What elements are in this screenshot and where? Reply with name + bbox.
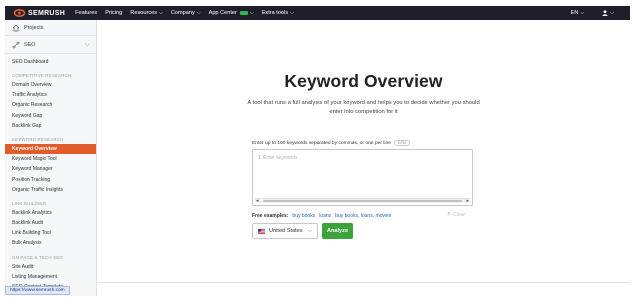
sidebar-item-domain-overview[interactable]: Domain Overview bbox=[5, 80, 96, 90]
topbar-right: EN ⌵ ⌵ bbox=[571, 6, 622, 20]
language-label: EN bbox=[570, 10, 579, 16]
sidebar-item-keyword-overview[interactable]: Keyword Overview bbox=[5, 143, 96, 155]
sidebar-section-title: COMPETITIVE RESEARCH bbox=[12, 73, 72, 78]
chevron-down-icon: ⌵ bbox=[580, 9, 585, 16]
semrush-logo[interactable]: SEMRUSH bbox=[13, 9, 65, 17]
status-url-tooltip: https://www.semrush.com bbox=[5, 286, 70, 295]
nav-extra-tools-label: Extra tools bbox=[261, 10, 289, 16]
nav-resources-label: Resources bbox=[130, 10, 158, 16]
page-description: A tool that runs a full analysis of your… bbox=[247, 100, 480, 115]
nav-pricing[interactable]: Pricing bbox=[105, 10, 122, 16]
nav-features[interactable]: Features bbox=[75, 10, 97, 16]
chevron-down-icon: ⌵ bbox=[249, 9, 254, 16]
nav-app-center[interactable]: App Center ⌵ bbox=[209, 10, 254, 16]
keywords-textarea[interactable]: 1 Enter keywords ◂ ▸ bbox=[252, 149, 473, 206]
example-link-loans[interactable]: loans bbox=[319, 213, 331, 219]
sidebar-item-keyword-manager[interactable]: Keyword Manager bbox=[5, 164, 96, 174]
nav-company[interactable]: Company ⌵ bbox=[171, 10, 201, 16]
page-title: Keyword Overview bbox=[284, 71, 443, 91]
sidebar-item-label: Projects bbox=[24, 24, 44, 31]
horizontal-scrollbar[interactable]: ◂ ▸ bbox=[255, 198, 470, 204]
chevron-down-icon: ⌵ bbox=[290, 9, 294, 16]
sidebar-item-organic-traffic-insights[interactable]: Organic Traffic Insights bbox=[5, 185, 96, 195]
free-examples-label: Free examples: bbox=[252, 213, 289, 219]
sidebar-item-organic-research[interactable]: Organic Research bbox=[5, 100, 96, 110]
nav-extra-tools[interactable]: Extra tools ⌵ bbox=[262, 10, 294, 16]
line-number: 1 bbox=[258, 155, 261, 161]
keywords-placeholder: Enter keywords bbox=[263, 155, 298, 161]
sidebar-item-backlink-gap[interactable]: Backlink Gap bbox=[5, 121, 96, 131]
user-icon bbox=[602, 10, 608, 16]
sidebar-item-label: SEO Dashboard bbox=[12, 58, 49, 65]
new-badge bbox=[239, 11, 248, 15]
nav-company-label: Company bbox=[170, 10, 195, 16]
close-icon: × bbox=[447, 211, 452, 218]
seo-nodes-icon bbox=[12, 41, 20, 49]
sidebar-item-backlink-analytics[interactable]: Backlink Analytics bbox=[5, 208, 96, 218]
clear-button[interactable]: × Clear bbox=[447, 211, 466, 218]
database-select[interactable]: United States ⌵ bbox=[252, 223, 318, 239]
sidebar-item-label: SEO bbox=[24, 41, 36, 48]
semrush-flame-icon bbox=[13, 9, 25, 17]
sidebar-item-seo-dashboard[interactable]: SEO Dashboard bbox=[5, 56, 96, 67]
sidebar-item-keyword-magic-tool[interactable]: Keyword Magic Tool bbox=[5, 154, 96, 164]
brand-name: SEMRUSH bbox=[28, 9, 66, 17]
chevron-down-icon: ⌵ bbox=[159, 9, 163, 16]
nav-resources[interactable]: Resources ⌵ bbox=[130, 10, 163, 16]
chevron-down-icon: ⌵ bbox=[610, 9, 614, 16]
nav-features-label: Features bbox=[75, 10, 98, 16]
language-selector[interactable]: EN ⌵ bbox=[571, 10, 585, 16]
scroll-left-icon[interactable]: ◂ bbox=[256, 198, 259, 204]
sidebar-item-backlink-audit[interactable]: Backlink Audit bbox=[5, 218, 96, 228]
keywords-input-label-text: Enter up to 100 keywords separated by co… bbox=[252, 140, 391, 146]
keywords-input-label: Enter up to 100 keywords separated by co… bbox=[252, 140, 411, 146]
sidebar-item-bulk-analysis[interactable]: Bulk Analysis bbox=[5, 238, 96, 248]
sidebar-item-site-audit[interactable]: Site Audit bbox=[5, 262, 96, 272]
nav-app-center-label: App Center bbox=[208, 10, 237, 16]
scroll-right-icon[interactable]: ▸ bbox=[466, 198, 469, 204]
browser-viewport: SEMRUSH Features Pricing Resources ⌵ Comp… bbox=[5, 6, 630, 296]
sidebar-section-title: LINK BUILDING bbox=[12, 200, 47, 206]
chevron-down-icon: ⌵ bbox=[308, 228, 312, 234]
clear-label: Clear bbox=[453, 212, 466, 218]
user-menu[interactable]: ⌵ bbox=[602, 10, 614, 16]
free-examples: Free examples: buy books loans buy books… bbox=[252, 213, 391, 219]
chevron-down-icon: ⌵ bbox=[84, 41, 90, 48]
database-label: United States bbox=[269, 228, 303, 234]
sidebar-item-projects[interactable]: Projects bbox=[5, 20, 96, 36]
nav-pricing-label: Pricing bbox=[105, 10, 123, 16]
spm-badge: SPM bbox=[393, 140, 411, 146]
us-flag-icon bbox=[258, 228, 265, 234]
example-link-multiple[interactable]: buy books, loans, movies bbox=[335, 213, 391, 219]
sidebar-item-traffic-analytics[interactable]: Traffic Analytics bbox=[5, 90, 96, 100]
home-icon bbox=[12, 24, 20, 32]
main-content: Keyword Overview A tool that runs a full… bbox=[97, 20, 630, 296]
sidebar-item-listing-management[interactable]: Listing Management bbox=[5, 272, 96, 282]
sidebar-item-keyword-gap[interactable]: Keyword Gap bbox=[5, 111, 96, 121]
scrollbar-thumb[interactable] bbox=[263, 200, 462, 202]
chevron-down-icon: ⌵ bbox=[196, 9, 201, 16]
analyze-button[interactable]: Analyze bbox=[322, 223, 353, 239]
sidebar: Projects SEO ⌵ SEO Dashboard COMPETITIVE… bbox=[5, 20, 97, 296]
top-navigation-bar: SEMRUSH Features Pricing Resources ⌵ Comp… bbox=[5, 6, 630, 20]
example-link-buy-books[interactable]: buy books bbox=[292, 213, 315, 219]
sidebar-section-title: ON PAGE & TECH SEO bbox=[12, 254, 64, 260]
sidebar-section-title: KEYWORD RESEARCH bbox=[12, 136, 64, 142]
sidebar-item-seo[interactable]: SEO ⌵ bbox=[5, 36, 96, 54]
sidebar-item-link-building-tool[interactable]: Link Building Tool bbox=[5, 228, 96, 238]
content-divider bbox=[97, 282, 630, 283]
sidebar-item-position-tracking[interactable]: Position Tracking bbox=[5, 175, 96, 185]
